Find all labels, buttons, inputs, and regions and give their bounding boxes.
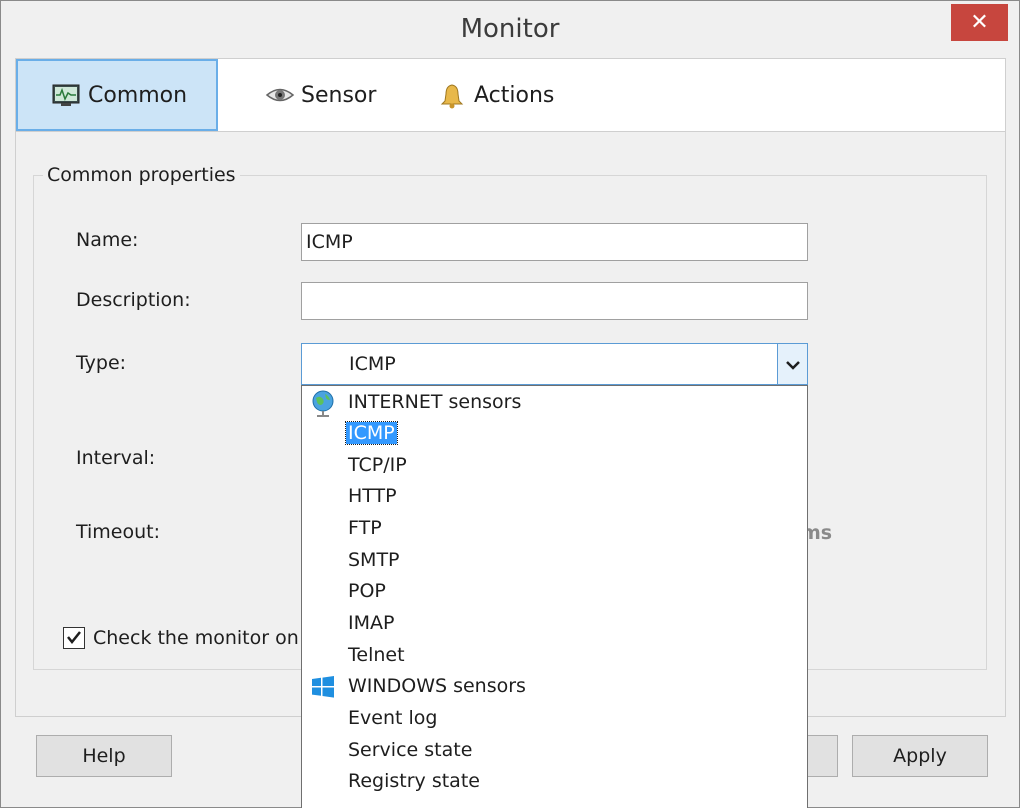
list-item-windows-sensors[interactable]: WINDOWS sensors bbox=[302, 672, 807, 703]
list-item-label: FTP bbox=[348, 517, 382, 539]
list-item-ftp[interactable]: FTP bbox=[302, 514, 807, 545]
list-item-imap[interactable]: IMAP bbox=[302, 609, 807, 640]
list-item-label: SMTP bbox=[348, 549, 400, 571]
monitor-dialog: Monitor ✕ Common Sensor Actions Common p… bbox=[0, 0, 1020, 808]
timeout-label: Timeout: bbox=[76, 521, 161, 543]
group-title: Common properties bbox=[43, 164, 240, 186]
tab-common[interactable]: Common bbox=[16, 59, 218, 131]
tab-strip: Common Sensor Actions bbox=[15, 58, 1006, 132]
apply-button[interactable]: Apply bbox=[852, 735, 988, 777]
description-input[interactable] bbox=[301, 282, 808, 320]
tab-sensor[interactable]: Sensor bbox=[231, 59, 401, 131]
eye-icon bbox=[265, 83, 295, 107]
check-on-creation-row[interactable]: Check the monitor on cr bbox=[63, 627, 328, 649]
list-item-label: HTTP bbox=[348, 485, 397, 507]
list-item-label: TCP/IP bbox=[348, 454, 407, 476]
list-item-tcpip[interactable]: TCP/IP bbox=[302, 451, 807, 482]
check-on-creation-label: Check the monitor on cr bbox=[93, 627, 324, 649]
type-select-value: ICMP bbox=[349, 353, 396, 375]
list-item-telnet[interactable]: Telnet bbox=[302, 641, 807, 672]
list-item-smtp[interactable]: SMTP bbox=[302, 546, 807, 577]
list-item-internet-sensors[interactable]: INTERNET sensors bbox=[302, 388, 807, 419]
list-item-label: IMAP bbox=[348, 612, 395, 634]
tab-actions[interactable]: Actions bbox=[404, 59, 604, 131]
check-on-creation-checkbox[interactable] bbox=[63, 627, 85, 649]
monitor-chart-icon bbox=[52, 83, 82, 107]
interval-label: Interval: bbox=[76, 447, 156, 469]
list-item-label: POP bbox=[348, 580, 386, 602]
tab-common-label: Common bbox=[88, 82, 188, 108]
type-label: Type: bbox=[76, 352, 127, 374]
list-item-event-log[interactable]: Event log bbox=[302, 704, 807, 735]
list-item-label: INTERNET sensors bbox=[348, 391, 522, 413]
description-label: Description: bbox=[76, 289, 191, 311]
help-button[interactable]: Help bbox=[36, 735, 172, 777]
list-item-service-state[interactable]: Service state bbox=[302, 736, 807, 767]
list-item-label: Telnet bbox=[348, 644, 405, 666]
list-item-label: Event log bbox=[348, 707, 438, 729]
windows-logo-icon bbox=[310, 674, 336, 700]
list-item-label: Service state bbox=[348, 739, 473, 761]
close-button[interactable]: ✕ bbox=[951, 4, 1008, 41]
list-item-label: Registry state bbox=[348, 770, 480, 792]
name-input[interactable]: ICMP bbox=[301, 223, 808, 261]
list-item-icmp[interactable]: ICMP bbox=[302, 419, 807, 450]
list-item-pop[interactable]: POP bbox=[302, 577, 807, 608]
type-select[interactable]: ICMP bbox=[301, 343, 808, 385]
close-icon: ✕ bbox=[970, 10, 989, 35]
list-item-label: WINDOWS sensors bbox=[348, 675, 526, 697]
type-dropdown-arrow[interactable] bbox=[777, 344, 807, 384]
checkmark-icon bbox=[66, 628, 82, 649]
type-dropdown-list: INTERNET sensors ICMP TCP/IP HTTP FTP SM… bbox=[301, 385, 808, 808]
globe-icon bbox=[310, 390, 336, 417]
tab-actions-label: Actions bbox=[474, 82, 555, 108]
chevron-down-icon bbox=[785, 355, 800, 374]
window-title: Monitor bbox=[460, 14, 560, 44]
name-label: Name: bbox=[76, 229, 139, 251]
list-item-label: ICMP bbox=[345, 421, 398, 445]
list-item-registry-state[interactable]: Registry state bbox=[302, 767, 807, 798]
list-item-http[interactable]: HTTP bbox=[302, 482, 807, 513]
bell-icon bbox=[438, 83, 468, 109]
title-bar: Monitor ✕ bbox=[1, 1, 1019, 58]
tab-sensor-label: Sensor bbox=[301, 82, 377, 108]
